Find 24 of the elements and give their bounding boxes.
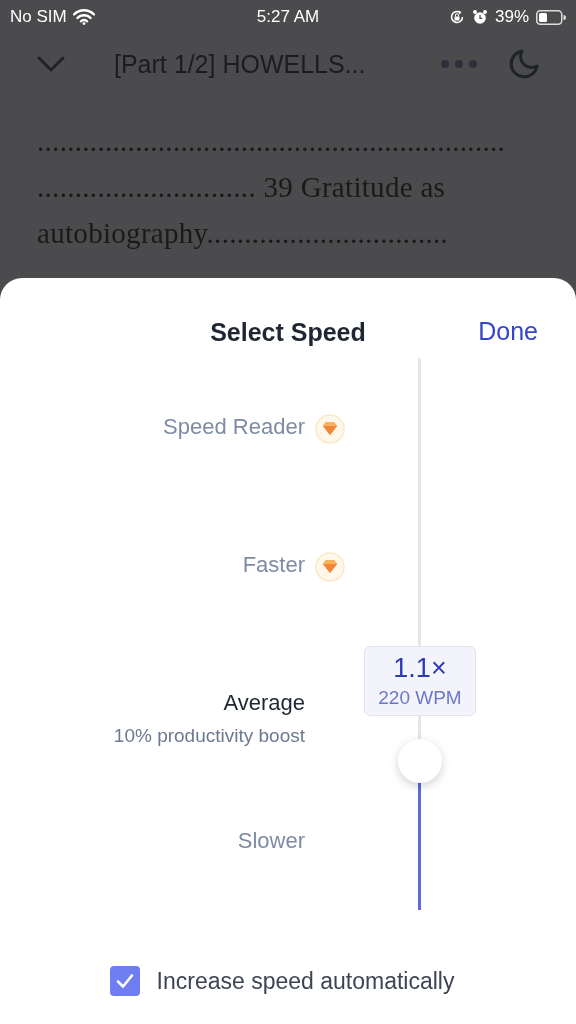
moon-icon[interactable] [508, 48, 540, 80]
slider-thumb[interactable] [398, 738, 442, 783]
battery-percent: 39% [494, 7, 529, 27]
option-subtitle: 10% productivity boost [113, 725, 305, 747]
more-icon[interactable] [440, 59, 478, 69]
chevron-down-icon[interactable] [36, 55, 66, 73]
checkbox-label: Increase speed automatically [156, 967, 455, 995]
checkbox[interactable] [109, 966, 140, 996]
speed-value: 1.1× [393, 652, 447, 684]
book-text-line: .............................................................. [37, 124, 506, 159]
wpm-value: 220 WPM [378, 686, 462, 709]
speed-option[interactable]: Speed Reader [163, 414, 305, 444]
done-button[interactable]: Done [478, 317, 538, 346]
carrier-text: No SIM [10, 7, 67, 27]
battery-icon [536, 9, 566, 25]
speed-option[interactable]: Slower [237, 828, 305, 854]
clock-text: 5:27 AM [256, 7, 320, 27]
speed-option[interactable]: Faster [242, 552, 305, 582]
checkmark-icon [115, 973, 134, 989]
rotation-lock-icon [448, 9, 465, 25]
speed-option[interactable]: Average [223, 690, 305, 716]
sheet-title: Select Speed [210, 317, 366, 347]
alarm-icon [471, 9, 488, 25]
wifi-icon [72, 9, 95, 25]
